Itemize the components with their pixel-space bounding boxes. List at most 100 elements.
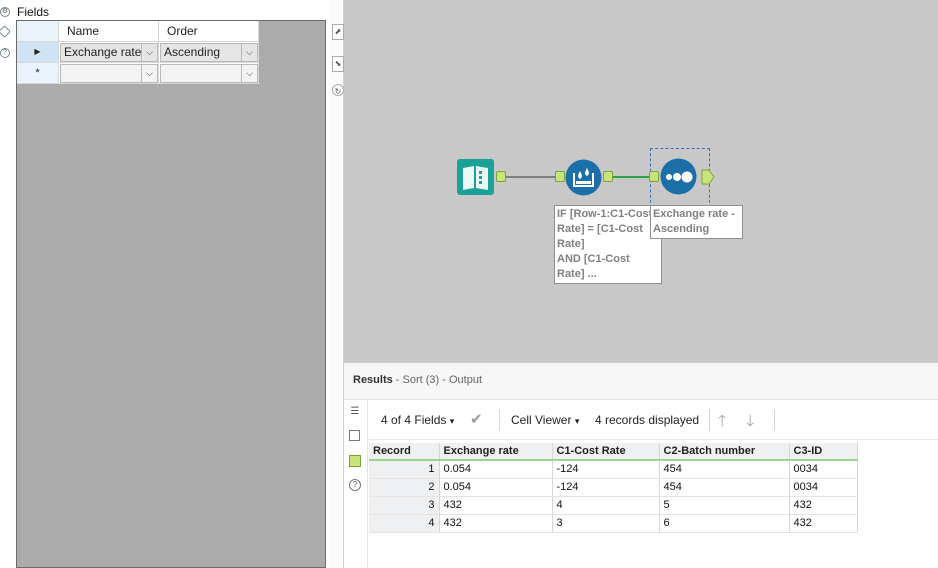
order-cell: Ascending ⌵ (159, 42, 259, 63)
sort-icon (660, 158, 697, 195)
row-selector-current[interactable]: ▶ (17, 42, 59, 63)
column-header-order[interactable]: Order (159, 21, 259, 42)
book-icon (457, 159, 494, 195)
list-icon[interactable]: ☰ (349, 406, 361, 418)
caret-down-icon: ▾ (449, 416, 455, 426)
fields-grid[interactable]: Name Order ▶ Exchange rate ⌵ Ascending ⌵… (16, 20, 326, 568)
records-displayed: 4 records displayed (595, 413, 700, 427)
record-cell: 3 (369, 496, 440, 515)
input-anchor[interactable] (649, 171, 659, 182)
sort-annotation: Exchange rate - Ascending (650, 205, 743, 239)
name-dropdown[interactable]: Exchange rate ⌵ (60, 43, 158, 62)
sort-tool[interactable] (660, 158, 697, 195)
name-cell: ⌵ (59, 63, 159, 84)
fields-count-dropdown[interactable]: 4 of 4 Fields ▾ (381, 413, 454, 427)
chevron-down-icon[interactable]: ⌵ (141, 44, 157, 61)
output-anchor[interactable] (603, 171, 613, 182)
toolbar-divider (499, 409, 500, 431)
table-cell[interactable]: 0.054 (439, 478, 553, 497)
left-icon-strip: ⚙ ? (0, 0, 14, 568)
order-dropdown-value: Ascending (164, 45, 221, 59)
filter-annotation: IF [Row-1:C1-Cost Rate] = [C1-Cost Rate]… (554, 205, 662, 284)
table-cell[interactable]: 0.054 (439, 460, 553, 479)
record-cell: 2 (369, 478, 440, 497)
checkmark-icon[interactable]: ✔ (470, 410, 483, 428)
chevron-down-icon[interactable]: ⌵ (241, 65, 257, 82)
table-cell[interactable]: -124 (552, 478, 660, 497)
results-title: Results (353, 374, 393, 386)
column-header-name[interactable]: Name (59, 21, 159, 42)
table-cell[interactable]: 6 (659, 514, 790, 533)
tag-icon[interactable] (0, 25, 11, 38)
table-cell[interactable]: 432 (439, 496, 553, 515)
chevron-down-icon[interactable]: ⌵ (141, 65, 157, 82)
workflow-canvas[interactable]: IF [Row-1:C1-Cost Rate] = [C1-Cost Rate]… (344, 0, 938, 362)
record-cell: 4 (369, 514, 440, 533)
column-header-exchange-rate[interactable]: Exchange rate (439, 443, 553, 461)
toolbar-divider (774, 409, 775, 431)
output-anchor[interactable] (701, 169, 715, 185)
caret-down-icon: ▾ (574, 416, 580, 426)
arrow-down-icon[interactable]: 🡓 (746, 410, 754, 437)
results-subtitle: - Sort (3) - Output (392, 374, 482, 386)
table-cell[interactable]: 432 (789, 514, 858, 533)
table-cell[interactable]: 0034 (789, 478, 858, 497)
table-cell[interactable]: 3 (552, 514, 660, 533)
chevron-down-icon[interactable]: ⌵ (241, 44, 257, 61)
order-dropdown[interactable]: ⌵ (160, 64, 258, 83)
multi-row-formula-tool[interactable] (565, 159, 602, 196)
column-header-c2-batch-number[interactable]: C2-Batch number (659, 443, 790, 461)
row-selector-new[interactable]: * (17, 63, 59, 84)
table-row[interactable]: 2 0.054 -124 454 0034 (369, 478, 858, 497)
table-cell[interactable]: 0034 (789, 460, 858, 479)
connection-input-filter[interactable] (505, 176, 559, 178)
message-icon[interactable] (349, 430, 360, 441)
connection-filter-sort[interactable] (609, 176, 651, 178)
table-row[interactable]: 3 432 4 5 432 (369, 496, 858, 515)
collapse-icon[interactable]: ⬊ (332, 56, 344, 72)
help-icon[interactable]: ? (349, 479, 361, 491)
expand-icon[interactable]: ⬈ (332, 24, 344, 40)
table-cell[interactable]: 432 (789, 496, 858, 515)
refresh-icon[interactable]: ↻ (332, 84, 344, 96)
grid-row[interactable]: ▶ Exchange rate ⌵ Ascending ⌵ (17, 42, 259, 63)
table-cell[interactable]: 432 (439, 514, 553, 533)
column-header-c1-cost-rate[interactable]: C1-Cost Rate (552, 443, 660, 461)
arrow-up-icon[interactable]: 🡑 (718, 410, 726, 437)
results-toolbar: 4 of 4 Fields ▾ ✔ Cell Viewer ▾ 4 record… (369, 400, 938, 440)
order-dropdown[interactable]: Ascending ⌵ (160, 43, 258, 62)
fields-count-label: 4 of 4 Fields (381, 413, 447, 427)
column-header-c3-id[interactable]: C3-ID (789, 443, 858, 461)
input-data-tool[interactable] (457, 159, 494, 195)
cell-viewer-label: Cell Viewer (511, 413, 572, 427)
input-anchor[interactable] (555, 171, 565, 182)
fields-label: Fields (17, 5, 50, 19)
table-cell[interactable]: 4 (552, 496, 660, 515)
table-cell[interactable]: -124 (552, 460, 660, 479)
table-cell[interactable]: 454 (659, 478, 790, 497)
gear-icon[interactable]: ⚙ (0, 7, 10, 17)
column-header-record[interactable]: Record (369, 443, 440, 461)
cell-viewer-dropdown[interactable]: Cell Viewer ▾ (511, 413, 579, 427)
output-icon[interactable] (349, 455, 361, 467)
name-dropdown-value: Exchange rate (64, 45, 142, 59)
help-icon[interactable]: ? (0, 48, 10, 58)
table-row[interactable]: 4 432 3 6 432 (369, 514, 858, 533)
grid-header-row: Name Order (17, 21, 259, 42)
table-row[interactable]: 1 0.054 -124 454 0034 (369, 460, 858, 479)
results-side-toolbar: ☰ ? (344, 400, 368, 568)
grid-corner-cell (17, 21, 59, 42)
order-cell: ⌵ (159, 63, 259, 84)
grid-row-new[interactable]: * ⌵ ⌵ (17, 63, 259, 84)
output-anchor[interactable] (496, 171, 506, 182)
results-header: Results - Sort (3) - Output (344, 363, 938, 400)
results-panel: Results - Sort (3) - Output ☰ ? 4 of 4 F… (344, 362, 938, 568)
name-cell: Exchange rate ⌵ (59, 42, 159, 63)
table-cell[interactable]: 454 (659, 460, 790, 479)
toolbar-divider (709, 409, 710, 431)
results-table[interactable]: Record Exchange rate C1-Cost Rate C2-Bat… (369, 443, 858, 533)
config-side-toolbar: ⬈ ⬊ ↻ (330, 0, 344, 568)
name-dropdown[interactable]: ⌵ (60, 64, 158, 83)
table-cell[interactable]: 5 (659, 496, 790, 515)
multi-row-formula-icon (565, 159, 602, 196)
